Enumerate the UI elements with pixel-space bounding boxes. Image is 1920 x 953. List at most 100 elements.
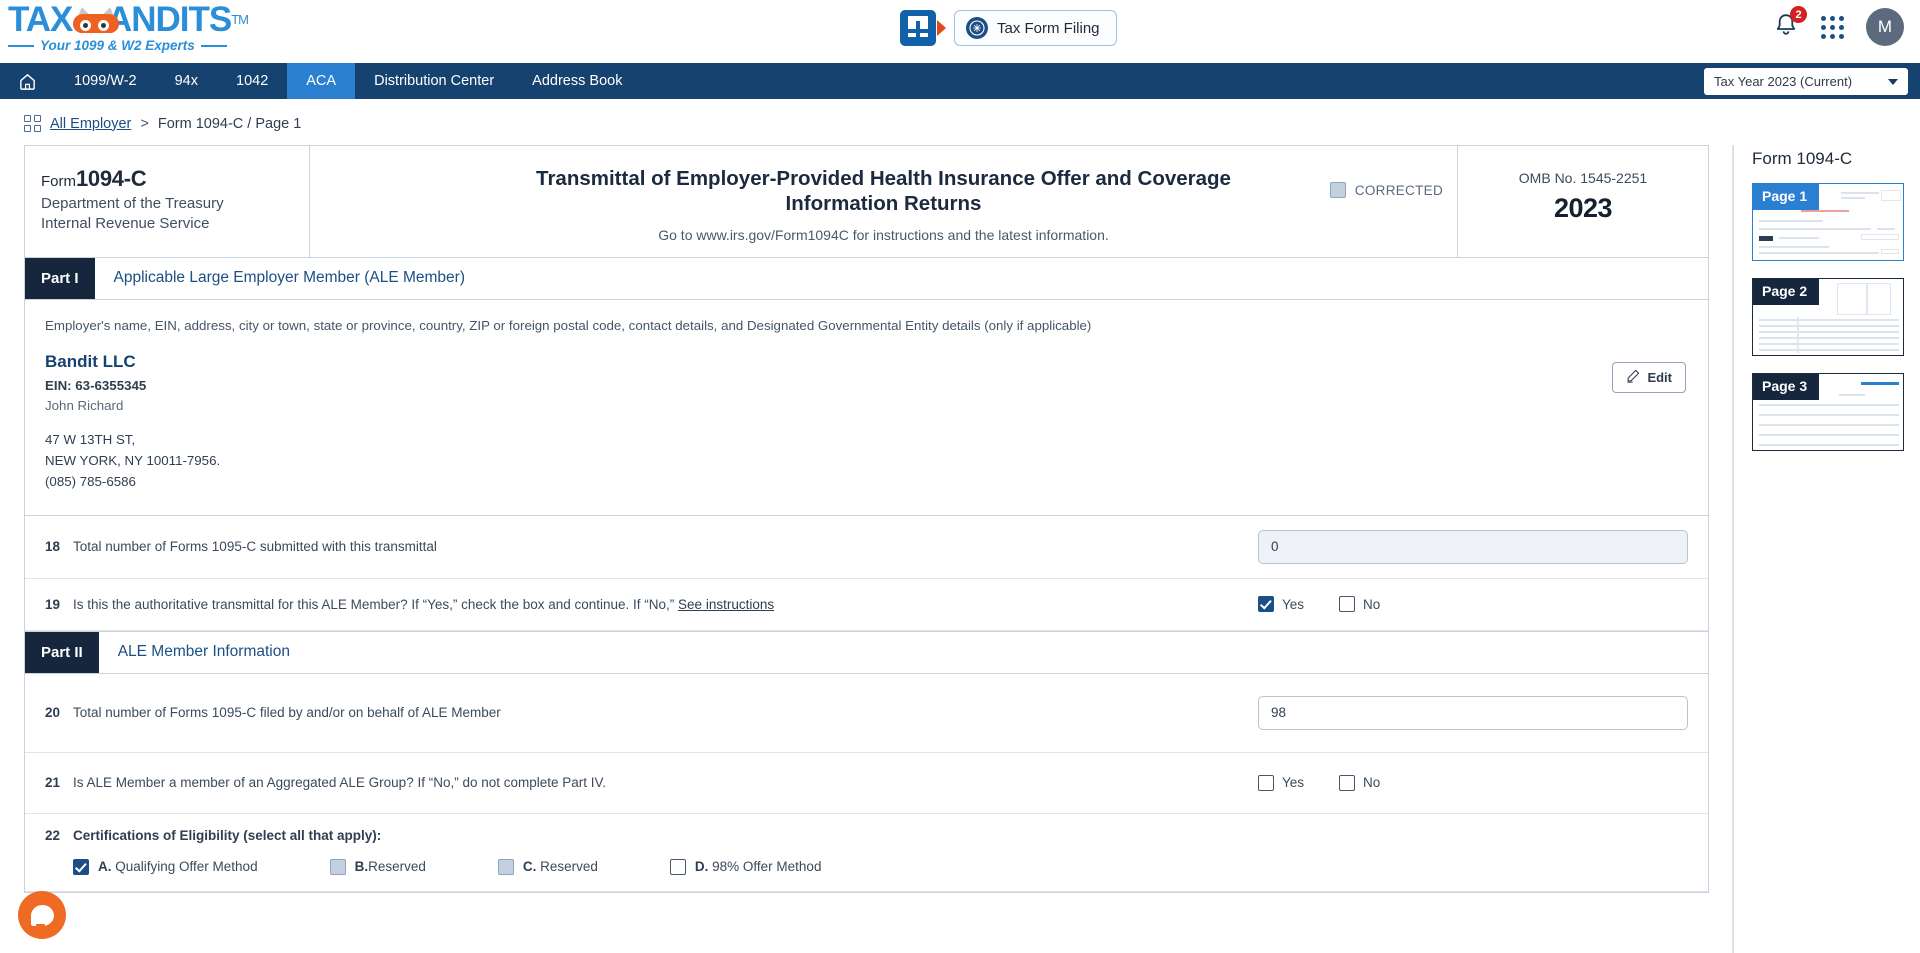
logo-wordmark: TAX ANDITS TM bbox=[8, 0, 249, 39]
bandit-mask-icon bbox=[73, 4, 120, 33]
page-thumbnail-1[interactable]: Page 1 bbox=[1752, 183, 1904, 261]
cert-c-text: Reserved bbox=[536, 859, 598, 875]
main-navigation: 1099/W-2 94x 1042 ACA Distribution Cente… bbox=[0, 63, 1920, 99]
logo-text-bandits: ANDITS bbox=[106, 0, 232, 39]
line-21-yes-no-group: Yes No bbox=[1258, 774, 1380, 791]
breadcrumb: All Employer > Form 1094-C / Page 1 bbox=[0, 99, 1920, 142]
cert-c-letter: C. bbox=[522, 859, 537, 875]
tax-form-filing-label: Tax Form Filing bbox=[997, 19, 1100, 37]
line-21-text: Is ALE Member a member of an Aggregated … bbox=[73, 775, 607, 791]
cert-d-letter: D. bbox=[694, 859, 709, 875]
grid-icon[interactable] bbox=[24, 115, 41, 132]
cert-c-label: C. Reserved bbox=[523, 859, 598, 874]
breadcrumb-current: Form 1094-C / Page 1 bbox=[157, 115, 302, 132]
cert-a-letter: A. bbox=[98, 859, 112, 875]
apps-grid-icon[interactable] bbox=[1821, 15, 1844, 39]
nav-item-address-book[interactable]: Address Book bbox=[513, 63, 641, 99]
form-identifier: Form1094-C bbox=[41, 166, 293, 192]
address-line-1: 47 W 13TH ST, bbox=[45, 431, 136, 447]
chat-bubble-icon[interactable] bbox=[18, 891, 66, 939]
line-21-yes-label: Yes bbox=[1282, 775, 1305, 791]
employer-phone: (085) 785-6586 bbox=[45, 474, 136, 490]
line-21-number: 21 bbox=[45, 775, 61, 791]
line-19-no-option[interactable]: No bbox=[1339, 596, 1381, 613]
edit-button-label: Edit bbox=[1647, 369, 1672, 385]
form-scroll-region: Form1094-C Department of the Treasury In… bbox=[0, 145, 1733, 953]
line-19-no-label: No bbox=[1363, 596, 1381, 612]
cert-option-c: C. Reserved bbox=[497, 858, 598, 875]
line-19-yes-checkbox[interactable] bbox=[1258, 596, 1274, 613]
breadcrumb-all-employer-link[interactable]: All Employer bbox=[50, 116, 131, 132]
edit-employer-button[interactable]: Edit bbox=[1612, 361, 1686, 393]
cert-a-text: Qualifying Offer Method bbox=[111, 859, 258, 875]
form-goto-instructions: Go to www.irs.gov/Form1094C for instruct… bbox=[658, 226, 1109, 243]
line-18-field-wrap bbox=[1258, 529, 1688, 564]
nav-item-1042[interactable]: 1042 bbox=[217, 63, 287, 99]
line-21-no-checkbox[interactable] bbox=[1339, 774, 1356, 791]
cert-b-letter: B. bbox=[354, 859, 369, 875]
cert-d-text: 98% Offer Method bbox=[708, 859, 822, 875]
line-19-text: Is this the authoritative transmittal fo… bbox=[73, 597, 1258, 612]
cert-option-a[interactable]: A. Qualifying Offer Method bbox=[73, 858, 258, 875]
cert-option-d[interactable]: D. 98% Offer Method bbox=[669, 858, 822, 875]
cert-b-text: Reserved bbox=[368, 859, 426, 875]
cert-a-checkbox[interactable] bbox=[73, 858, 89, 875]
tax-form-filing-button[interactable]: Tax Form Filing bbox=[954, 10, 1117, 46]
employer-contact-name: John Richard bbox=[45, 397, 124, 413]
corrected-checkbox[interactable] bbox=[1329, 182, 1346, 198]
line-22-text: Certifications of Eligibility (select al… bbox=[73, 827, 382, 843]
line-20-field-wrap bbox=[1258, 695, 1688, 730]
line-19-yes-no-group: Yes No bbox=[1258, 596, 1381, 613]
see-instructions-link[interactable]: See instructions bbox=[678, 597, 774, 612]
line-21: 21 Is ALE Member a member of an Aggregat… bbox=[25, 753, 1708, 814]
line-20-input[interactable] bbox=[1258, 695, 1688, 730]
employer-address: 47 W 13TH ST, NEW YORK, NY 10011-7956. (… bbox=[45, 429, 1688, 493]
page-thumbnail-3[interactable]: Page 3 bbox=[1752, 373, 1904, 451]
line-21-yes-option[interactable]: Yes bbox=[1258, 774, 1305, 791]
page-1-label: Page 1 bbox=[1753, 184, 1820, 210]
line-18-input[interactable] bbox=[1258, 529, 1688, 564]
nav-item-1099-w2[interactable]: 1099/W-2 bbox=[55, 63, 156, 99]
trademark-symbol: TM bbox=[231, 12, 249, 27]
line-19-yes-option[interactable]: Yes bbox=[1258, 596, 1304, 613]
part2-title: ALE Member Information bbox=[117, 643, 290, 661]
nav-item-94x[interactable]: 94x bbox=[156, 63, 217, 99]
omb-number: OMB No. 1545-2251 bbox=[1518, 170, 1648, 186]
employer-block: Employer's name, EIN, address, city or t… bbox=[25, 300, 1708, 516]
taxbandits-logo[interactable]: TAX ANDITS TM Your 1099 & W2 Experts bbox=[8, 0, 249, 60]
nav-item-aca[interactable]: ACA bbox=[287, 63, 356, 99]
line-19-choices: Yes No bbox=[1258, 596, 1688, 613]
line-22-header: 22 Certifications of Eligibility (select… bbox=[45, 828, 1688, 843]
line-22: 22 Certifications of Eligibility (select… bbox=[25, 814, 1708, 892]
line-21-no-option[interactable]: No bbox=[1339, 774, 1380, 791]
tax-year-select[interactable]: Tax Year 2023 (Current) bbox=[1704, 68, 1908, 95]
line-19-text-body: Is this the authoritative transmittal fo… bbox=[73, 596, 679, 612]
line-21-yes-checkbox[interactable] bbox=[1258, 774, 1274, 791]
page-thumbnail-2[interactable]: Page 2 bbox=[1752, 278, 1904, 356]
nav-item-distribution-center[interactable]: Distribution Center bbox=[355, 63, 513, 99]
cert-c-checkbox bbox=[497, 858, 514, 875]
gift-icon[interactable] bbox=[900, 10, 936, 46]
part1-title: Applicable Large Employer Member (ALE Me… bbox=[113, 269, 465, 287]
cert-d-checkbox[interactable] bbox=[669, 858, 686, 875]
line-22-options: A. Qualifying Offer Method B.Reserved C.… bbox=[45, 858, 1688, 875]
form-prefix: Form bbox=[41, 173, 76, 190]
home-icon[interactable] bbox=[0, 63, 55, 99]
form-header-center: Transmittal of Employer-Provided Health … bbox=[310, 146, 1458, 257]
form-header-left: Form1094-C Department of the Treasury In… bbox=[25, 146, 310, 257]
line-19-number: 19 bbox=[45, 596, 61, 612]
part2-tag: Part II bbox=[25, 631, 99, 673]
gift-arrow-icon bbox=[937, 20, 946, 36]
notifications-bell-icon[interactable]: 2 bbox=[1773, 6, 1807, 42]
line-20-number: 20 bbox=[45, 705, 61, 721]
avatar[interactable]: M bbox=[1866, 8, 1904, 46]
part1-bar: Part I Applicable Large Employer Member … bbox=[25, 257, 1708, 300]
notification-count-badge: 2 bbox=[1790, 6, 1807, 23]
pages-panel: Form 1094-C Page 1 Page 2 Page 3 bbox=[1733, 145, 1920, 953]
cert-option-b: B.Reserved bbox=[329, 858, 426, 875]
line-19-no-checkbox[interactable] bbox=[1339, 596, 1356, 613]
page-body: All Employer > Form 1094-C / Page 1 Form… bbox=[0, 99, 1920, 953]
top-bar: TAX ANDITS TM Your 1099 & W2 Experts Tax bbox=[0, 0, 1920, 63]
line-18: 18 Total number of Forms 1095-C submitte… bbox=[25, 516, 1708, 579]
scroll-edge bbox=[1732, 145, 1733, 953]
